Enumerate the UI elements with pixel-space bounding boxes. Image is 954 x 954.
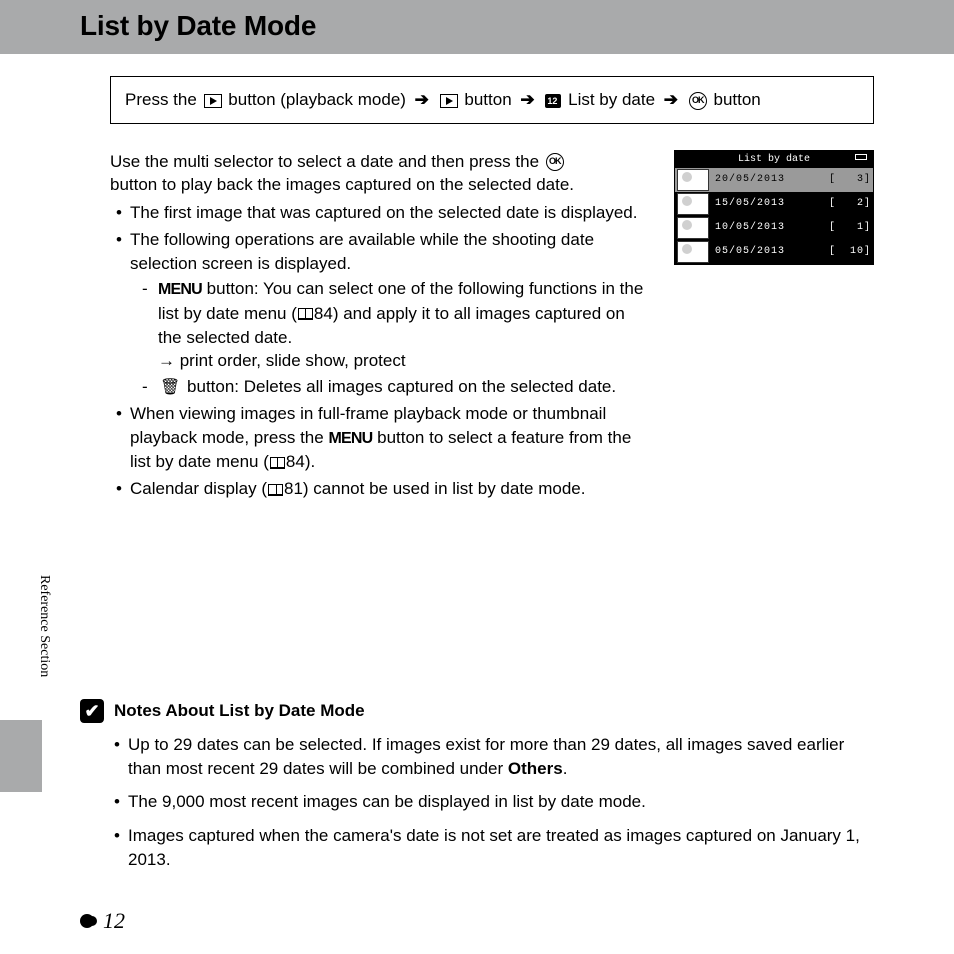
- bullet-text: 84).: [286, 452, 315, 471]
- date-text: 10/05/2013: [715, 222, 823, 233]
- book-icon: [268, 484, 283, 496]
- page-title-bar: List by Date Mode: [0, 0, 954, 54]
- date-row: 15/05/2013 [ 2]: [675, 192, 873, 216]
- count-text: [ 2]: [829, 198, 869, 209]
- breadcrumb: Press the button (playback mode) ➔ butto…: [110, 76, 874, 124]
- date-text: 05/05/2013: [715, 246, 823, 257]
- sub-bullet: MENU button: You can select one of the f…: [130, 277, 652, 373]
- note-text: .: [563, 759, 568, 778]
- note-text: Up to 29 dates can be selected. If image…: [128, 735, 844, 778]
- battery-icon: [855, 154, 867, 160]
- date-row: 20/05/2013 [ 3]: [675, 168, 873, 192]
- count-text: [ 10]: [829, 246, 869, 257]
- breadcrumb-text: Press the: [125, 90, 202, 109]
- ok-icon: [546, 153, 564, 171]
- arrow-icon: ➔: [520, 90, 534, 109]
- date-row: 10/05/2013 [ 1]: [675, 216, 873, 240]
- main-instructions: Use the multi selector to select a date …: [110, 150, 652, 504]
- arrow-icon: ➔: [664, 90, 678, 109]
- trash-icon: 🗑: [160, 377, 180, 399]
- ok-icon: [689, 92, 707, 110]
- note-item: Up to 29 dates can be selected. If image…: [110, 733, 874, 781]
- sub-text: button: Deletes all images captured on t…: [187, 377, 616, 396]
- note-item: Images captured when the camera's date i…: [110, 824, 874, 872]
- menu-glyph: MENU: [328, 430, 372, 447]
- breadcrumb-text: button: [714, 90, 761, 109]
- notes-section: ✔ Notes About List by Date Mode Up to 29…: [110, 699, 874, 872]
- note-item: The 9,000 most recent images can be disp…: [110, 790, 874, 814]
- playback-icon: [204, 94, 222, 108]
- intro-text: button to play back the images captured …: [110, 175, 574, 194]
- thumbnail-icon: [677, 193, 709, 215]
- breadcrumb-text: button (playback mode): [228, 90, 410, 109]
- count-text: [ 3]: [829, 174, 869, 185]
- thumbnail-icon: [677, 217, 709, 239]
- arrow-icon: ➔: [415, 90, 429, 109]
- breadcrumb-text: button: [464, 90, 516, 109]
- page-number: 12: [80, 908, 125, 934]
- camera-screen-preview: List by date 20/05/2013 [ 3] 15/05/2013 …: [674, 150, 874, 265]
- content-area: Press the button (playback mode) ➔ butto…: [0, 54, 954, 872]
- bullet-item: When viewing images in full-frame playba…: [110, 402, 652, 474]
- screen-title-text: List by date: [738, 154, 810, 165]
- page-title: List by Date Mode: [80, 10, 316, 41]
- screen-title: List by date: [675, 151, 873, 168]
- book-icon: [298, 308, 313, 320]
- bullet-item: The following operations are available w…: [110, 228, 652, 399]
- bullet-text: The following operations are available w…: [130, 230, 594, 273]
- bullet-item: The first image that was captured on the…: [110, 201, 652, 225]
- book-icon: [270, 457, 285, 469]
- thumbnail-icon: [677, 241, 709, 263]
- date-text: 15/05/2013: [715, 198, 823, 209]
- menu-glyph: MENU: [158, 281, 202, 298]
- thumbnail-icon: [677, 169, 709, 191]
- count-text: [ 1]: [829, 222, 869, 233]
- bullet-text: Calendar display (: [130, 479, 267, 498]
- side-tab: [0, 720, 42, 792]
- playback-icon: [440, 94, 458, 108]
- sub-bullet: 🗑 button: Deletes all images captured on…: [130, 375, 652, 399]
- notes-title: Notes About List by Date Mode: [114, 701, 365, 721]
- date-text: 20/05/2013: [715, 174, 823, 185]
- page-number-text: 12: [103, 908, 125, 934]
- section-label: Reference Section: [36, 575, 52, 677]
- notes-heading: ✔ Notes About List by Date Mode: [80, 699, 874, 723]
- bullet-text: 81) cannot be used in list by date mode.: [284, 479, 585, 498]
- intro-text: Use the multi selector to select a date …: [110, 152, 544, 171]
- breadcrumb-text: List by date: [568, 90, 660, 109]
- sub-text: → print order, slide show, protect: [158, 351, 406, 370]
- check-icon: ✔: [80, 699, 104, 723]
- bullet-item: Calendar display ( 81) cannot be used in …: [110, 477, 652, 501]
- note-bold: Others: [508, 759, 563, 778]
- calendar-icon: [545, 94, 561, 108]
- date-row: 05/05/2013 [ 10]: [675, 240, 873, 264]
